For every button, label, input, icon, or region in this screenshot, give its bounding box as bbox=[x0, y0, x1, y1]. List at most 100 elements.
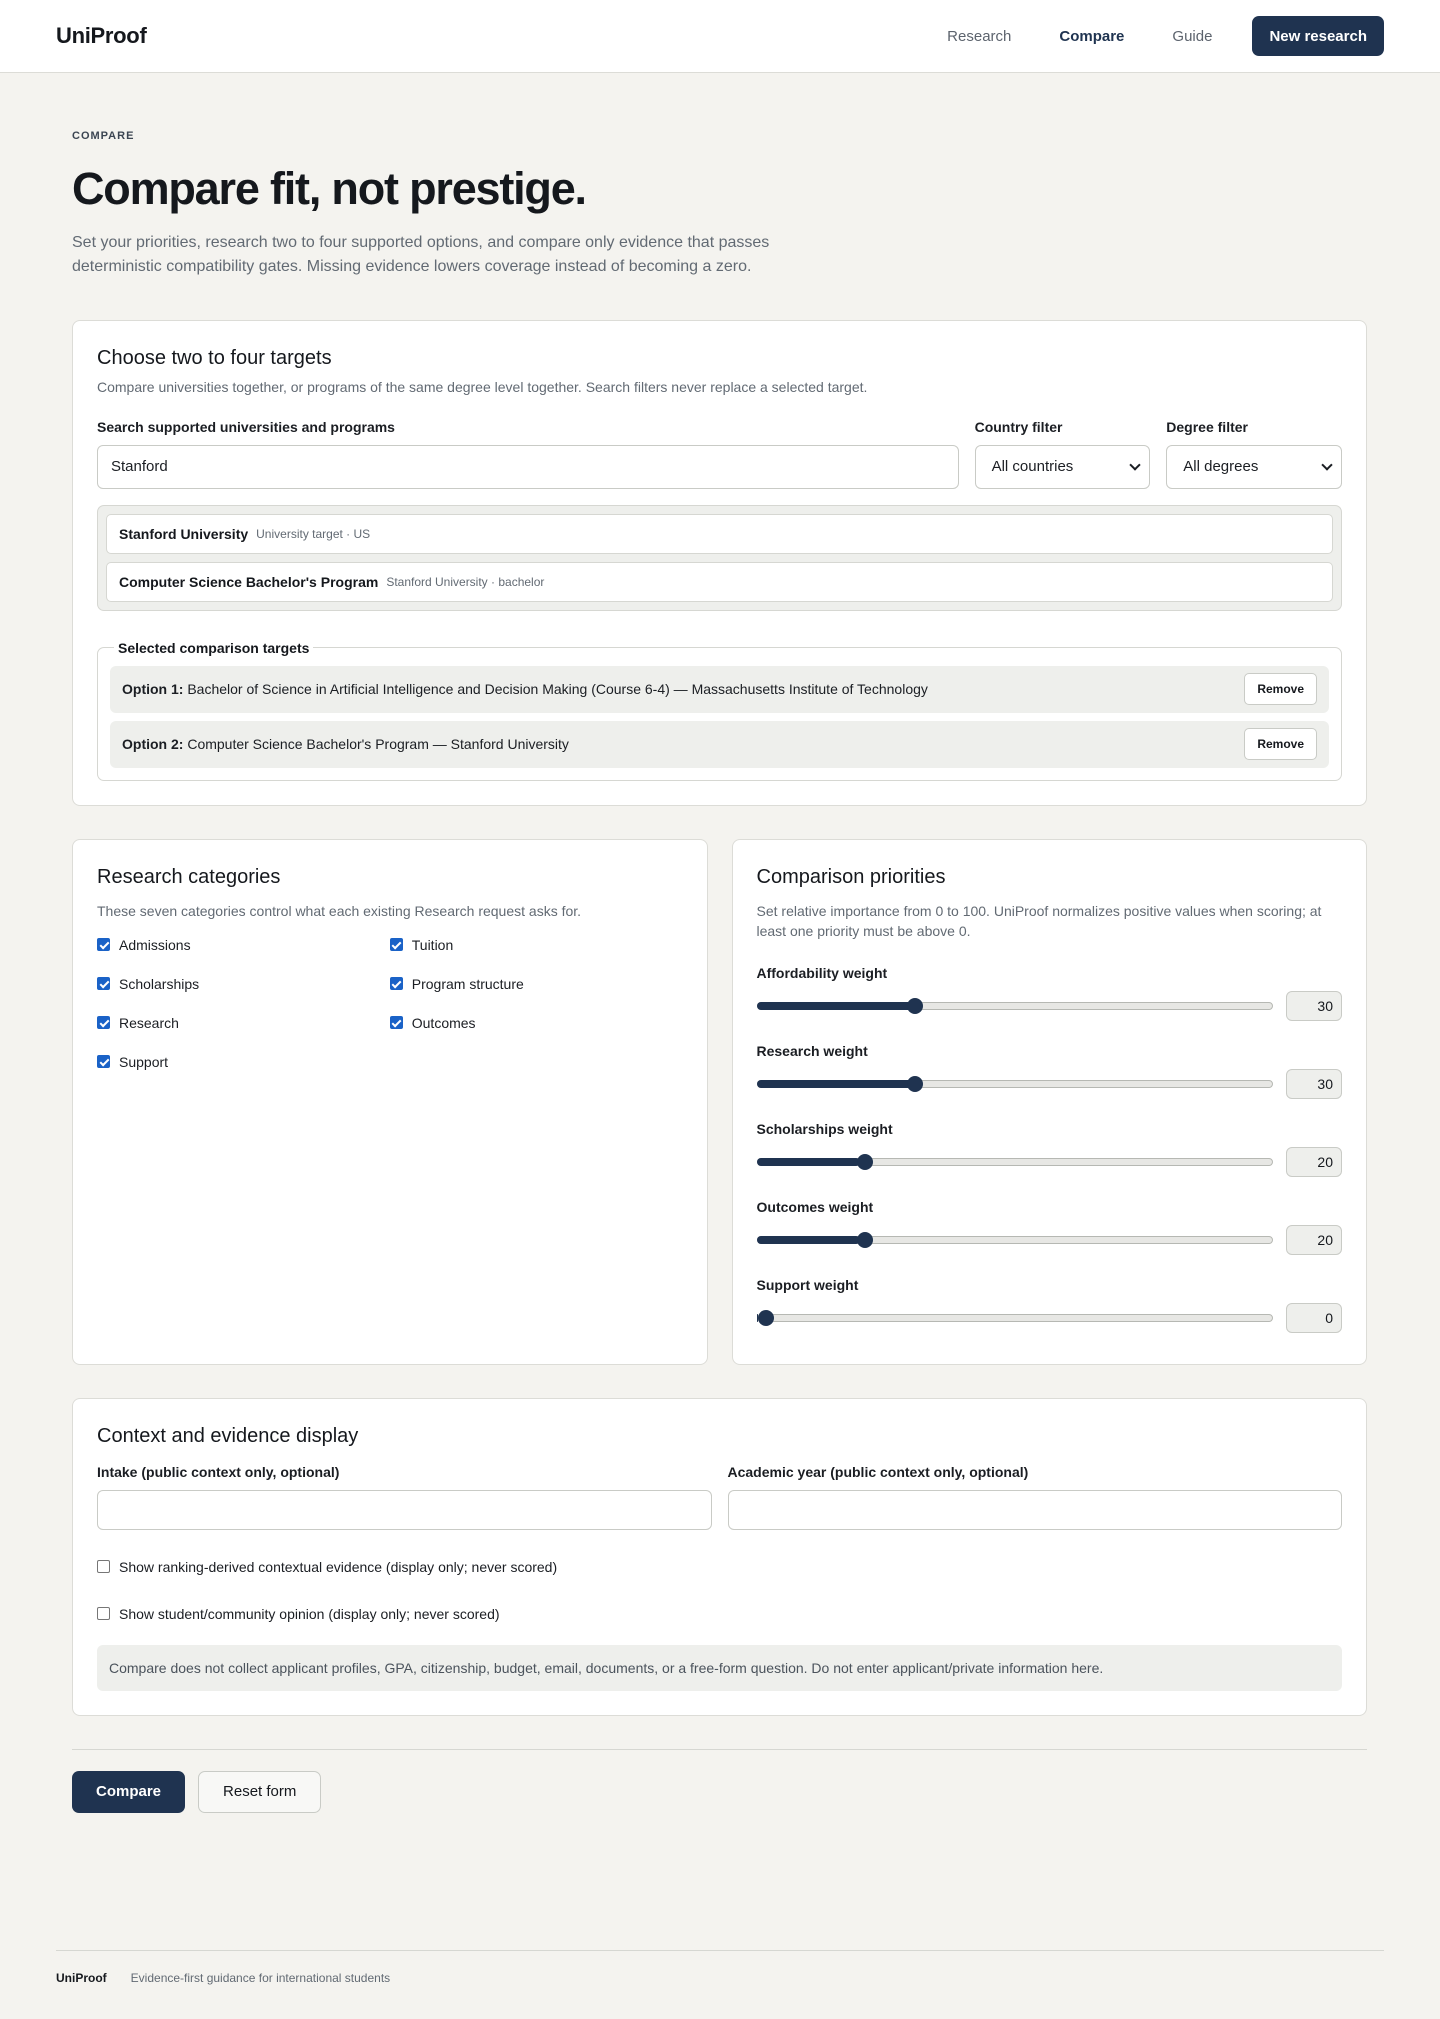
category-label: Outcomes bbox=[411, 1014, 476, 1031]
remove-target-button[interactable]: Remove bbox=[1244, 728, 1317, 760]
community-opinion-checkbox[interactable] bbox=[97, 1607, 110, 1620]
nav-guide[interactable]: Guide bbox=[1152, 18, 1232, 55]
brand-logo[interactable]: UniProof bbox=[56, 23, 147, 49]
slider-thumb[interactable] bbox=[857, 1153, 874, 1170]
slider-thumb[interactable] bbox=[907, 1075, 924, 1092]
nav-research[interactable]: Research bbox=[927, 18, 1031, 55]
research-categories-card: Research categories These seven categori… bbox=[72, 838, 708, 1365]
footer-tagline: Evidence-first guidance for internationa… bbox=[130, 1971, 391, 1985]
priority-label: Outcomes weight bbox=[756, 1198, 874, 1215]
category-option-outcomes[interactable]: Outcomes bbox=[389, 1014, 683, 1031]
context-fields: Intake (public context only, optional) A… bbox=[97, 1464, 1342, 1530]
category-option-tuition[interactable]: Tuition bbox=[389, 937, 683, 953]
target-option-text: Computer Science Bachelor's Program — St… bbox=[187, 736, 569, 752]
chevron-down-icon bbox=[1321, 458, 1333, 471]
page-description: Set your priorities, research two to fou… bbox=[72, 233, 770, 275]
selected-target-row: Option 2: Computer Science Bachelor's Pr… bbox=[110, 720, 1329, 768]
priority-support-weight: Support weight 0 bbox=[756, 1276, 1342, 1333]
page-eyebrow: COMPARE bbox=[72, 130, 135, 142]
selected-targets-group: Selected comparison targets Option 1: Ba… bbox=[97, 639, 1342, 781]
priority-number-input[interactable]: 20 bbox=[1286, 1146, 1342, 1177]
footer-brand: UniProof bbox=[56, 1971, 107, 1985]
context-title: Context and evidence display bbox=[97, 1424, 359, 1447]
target-option-text: Bachelor of Science in Artificial Intell… bbox=[187, 681, 928, 697]
community-opinion-option[interactable]: Show student/community opinion (display … bbox=[97, 1606, 1342, 1622]
page-footer: UniProof Evidence-first guidance for int… bbox=[56, 1950, 1384, 1985]
priority-sliders: Affordability weight 30 Research weight 30 S… bbox=[756, 965, 1342, 1333]
category-label: Program structure bbox=[411, 975, 524, 992]
targets-title: Choose two to four targets bbox=[97, 346, 332, 369]
category-checkbox[interactable] bbox=[97, 977, 110, 990]
degree-filter-label: Degree filter bbox=[1166, 418, 1248, 435]
academic-year-input[interactable] bbox=[727, 1489, 1342, 1530]
target-option-label: Option 1: bbox=[122, 681, 184, 697]
category-checkbox[interactable] bbox=[389, 938, 403, 951]
priority-label: Research weight bbox=[756, 1042, 868, 1059]
nav-compare[interactable]: Compare bbox=[1039, 18, 1144, 55]
result-name: Computer Science Bachelor's Program bbox=[119, 573, 379, 590]
priority-slider[interactable] bbox=[756, 1231, 1273, 1248]
priority-affordability-weight: Affordability weight 30 bbox=[756, 965, 1342, 1021]
slider-thumb[interactable] bbox=[757, 1309, 774, 1326]
slider-thumb[interactable] bbox=[857, 1231, 874, 1248]
country-filter-value: All countries bbox=[991, 458, 1074, 475]
country-filter-select[interactable]: All countries bbox=[974, 444, 1151, 489]
reset-form-button[interactable]: Reset form bbox=[198, 1770, 322, 1813]
priority-number-input[interactable]: 30 bbox=[1286, 1068, 1342, 1099]
category-label: Support bbox=[119, 1053, 169, 1070]
slider-fill bbox=[756, 1235, 861, 1244]
category-checkbox[interactable] bbox=[97, 1055, 110, 1068]
priority-slider[interactable] bbox=[756, 997, 1273, 1014]
priorities-subtitle: Set relative importance from 0 to 100. U… bbox=[756, 902, 1322, 939]
priority-label: Scholarships weight bbox=[756, 1120, 893, 1137]
slider-thumb[interactable] bbox=[907, 997, 924, 1014]
ranking-evidence-checkbox[interactable] bbox=[97, 1560, 110, 1573]
priority-scholarships-weight: Scholarships weight 20 bbox=[756, 1120, 1342, 1177]
compare-button[interactable]: Compare bbox=[72, 1770, 186, 1813]
result-name: Stanford University bbox=[119, 525, 249, 542]
priority-research-weight: Research weight 30 bbox=[756, 1042, 1342, 1099]
category-checkbox[interactable] bbox=[97, 1016, 110, 1029]
category-checkbox[interactable] bbox=[97, 938, 110, 951]
slider-fill bbox=[756, 1079, 912, 1088]
category-option-scholarships[interactable]: Scholarships bbox=[97, 976, 390, 992]
priority-slider[interactable] bbox=[756, 1075, 1273, 1092]
chevron-down-icon bbox=[1129, 458, 1141, 471]
category-option-research[interactable]: Research bbox=[97, 1015, 390, 1031]
category-checkbox[interactable] bbox=[389, 977, 403, 990]
top-navigation-bar: UniProof Research Compare Guide New rese… bbox=[0, 0, 1440, 73]
community-opinion-label: Show student/community opinion (display … bbox=[119, 1605, 500, 1622]
priority-number-input[interactable]: 30 bbox=[1286, 990, 1342, 1021]
degree-filter-select[interactable]: All degrees bbox=[1166, 444, 1342, 489]
priorities-title: Comparison priorities bbox=[756, 865, 946, 888]
priority-slider[interactable] bbox=[756, 1153, 1273, 1170]
category-option-program-structure[interactable]: Program structure bbox=[389, 975, 683, 992]
search-result-item[interactable]: Computer Science Bachelor's Program Stan… bbox=[106, 561, 1333, 602]
search-results-list: Stanford University University target · … bbox=[97, 504, 1342, 611]
priority-outcomes-weight: Outcomes weight 20 bbox=[756, 1198, 1342, 1255]
slider-fill bbox=[756, 1001, 912, 1010]
category-option-admissions[interactable]: Admissions bbox=[97, 937, 390, 953]
intake-label: Intake (public context only, optional) bbox=[97, 1463, 340, 1480]
category-checkbox[interactable] bbox=[389, 1016, 403, 1029]
degree-filter-value: All degrees bbox=[1183, 458, 1259, 475]
selected-targets-legend: Selected comparison targets bbox=[118, 639, 310, 656]
priority-number-input[interactable]: 0 bbox=[1286, 1302, 1342, 1333]
new-research-button[interactable]: New research bbox=[1252, 16, 1384, 56]
slider-fill bbox=[756, 1157, 861, 1166]
search-input[interactable] bbox=[97, 444, 959, 489]
priority-slider[interactable] bbox=[756, 1309, 1273, 1326]
remove-target-button[interactable]: Remove bbox=[1244, 673, 1317, 705]
context-card: Context and evidence display Intake (pub… bbox=[72, 1397, 1367, 1716]
category-label: Scholarships bbox=[119, 975, 200, 992]
priority-number-input[interactable]: 20 bbox=[1286, 1224, 1342, 1255]
country-filter-label: Country filter bbox=[974, 418, 1063, 435]
ranking-evidence-option[interactable]: Show ranking-derived contextual evidence… bbox=[97, 1559, 1342, 1575]
search-result-item[interactable]: Stanford University University target · … bbox=[106, 513, 1333, 554]
intake-input[interactable] bbox=[97, 1489, 712, 1530]
category-label: Research bbox=[119, 1014, 179, 1031]
category-option-support[interactable]: Support bbox=[97, 1054, 390, 1070]
categories-title: Research categories bbox=[97, 865, 281, 888]
category-label: Admissions bbox=[119, 936, 191, 953]
priority-label: Support weight bbox=[756, 1276, 859, 1293]
